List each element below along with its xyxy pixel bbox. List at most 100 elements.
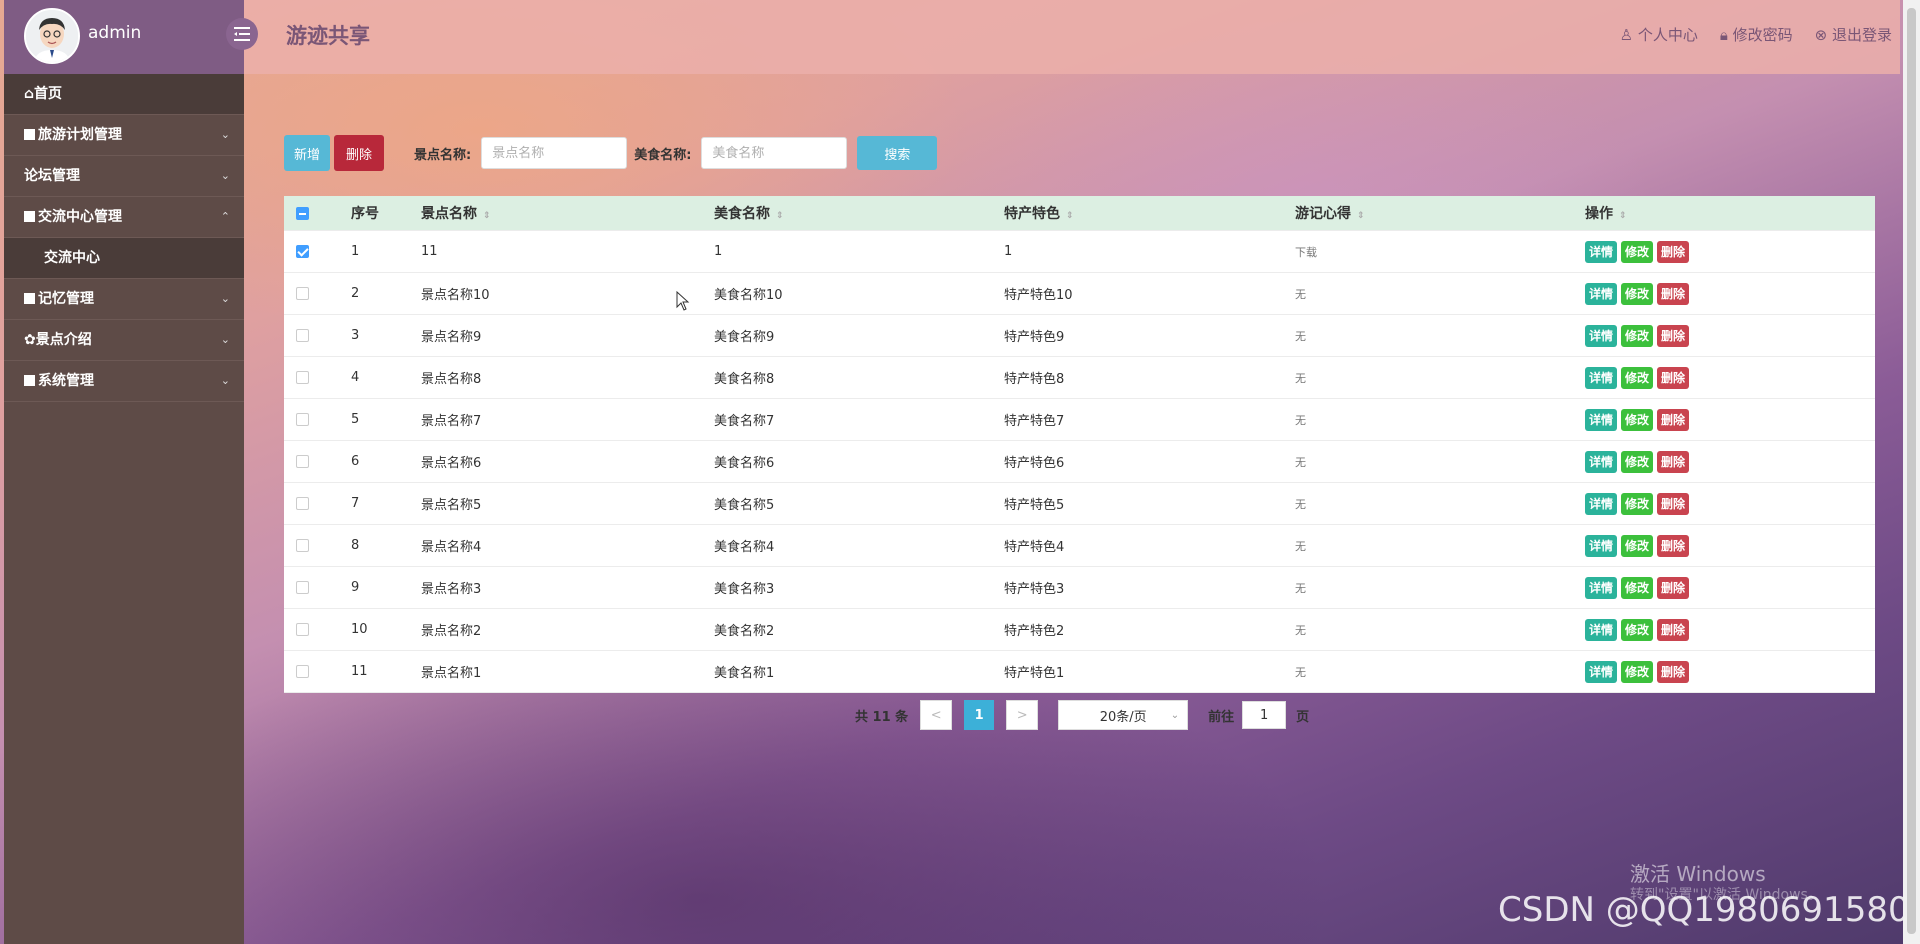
detail-button[interactable]: 详情 bbox=[1585, 324, 1618, 347]
delete-button[interactable]: 删除 bbox=[1657, 618, 1690, 641]
cell-specialty: 特产特色8 bbox=[1004, 372, 1065, 387]
table-row[interactable]: 7 景点名称5 美食名称5 特产特色5 无 详情 修改 删除 bbox=[284, 483, 1875, 525]
edit-button[interactable]: 修改 bbox=[1621, 282, 1654, 305]
edit-button[interactable]: 修改 bbox=[1621, 450, 1654, 473]
delete-button[interactable]: 删除 bbox=[1657, 534, 1690, 557]
table-row[interactable]: 1 11 1 1 下载 详情 修改 删除 bbox=[284, 231, 1875, 273]
detail-button[interactable]: 详情 bbox=[1585, 282, 1618, 305]
sidebar-item-exchange-mgmt[interactable]: 交流中心管理 ⌃ bbox=[4, 197, 244, 238]
table-row[interactable]: 5 景点名称7 美食名称7 特产特色7 无 详情 修改 删除 bbox=[284, 399, 1875, 441]
sidebar-item-travel-plan[interactable]: 旅游计划管理 ⌄ bbox=[4, 115, 244, 156]
edit-button[interactable]: 修改 bbox=[1621, 660, 1654, 683]
logout-link[interactable]: ⊗ 退出登录 bbox=[1815, 24, 1892, 45]
edit-button[interactable]: 修改 bbox=[1621, 492, 1654, 515]
row-checkbox[interactable] bbox=[296, 413, 309, 426]
column-header-notes[interactable]: 游记心得 ⇕ bbox=[1295, 203, 1585, 223]
column-header-specialty[interactable]: 特产特色 ⇕ bbox=[1004, 203, 1295, 223]
detail-button[interactable]: 详情 bbox=[1585, 534, 1618, 557]
pagination: 共 11 条 < 1 > 20条/页 ⌄ 前往 1 页 bbox=[855, 700, 1309, 730]
edit-button[interactable]: 修改 bbox=[1621, 534, 1654, 557]
sidebar-item-scenic[interactable]: ✿景点介绍 ⌄ bbox=[4, 320, 244, 361]
vertical-scrollbar[interactable] bbox=[1903, 0, 1920, 944]
row-checkbox[interactable] bbox=[296, 665, 309, 678]
edit-button[interactable]: 修改 bbox=[1621, 324, 1654, 347]
row-checkbox[interactable] bbox=[296, 371, 309, 384]
prev-page-button[interactable]: < bbox=[920, 700, 953, 730]
row-checkbox[interactable] bbox=[296, 455, 309, 468]
detail-button[interactable]: 详情 bbox=[1585, 366, 1618, 389]
detail-button[interactable]: 详情 bbox=[1585, 576, 1618, 599]
change-password-link[interactable]: 🔒︎ 修改密码 bbox=[1720, 24, 1793, 45]
sidebar-item-home[interactable]: ⌂首页 bbox=[4, 74, 244, 115]
sidebar-item-forum[interactable]: 论坛管理 ⌄ bbox=[4, 156, 244, 197]
edit-button[interactable]: 修改 bbox=[1621, 576, 1654, 599]
sort-icon[interactable]: ⇕ bbox=[776, 211, 784, 221]
edit-button[interactable]: 修改 bbox=[1621, 618, 1654, 641]
search-button[interactable]: 搜索 bbox=[857, 136, 938, 170]
detail-button[interactable]: 详情 bbox=[1585, 240, 1618, 263]
row-checkbox[interactable] bbox=[296, 539, 309, 552]
goto-page-input[interactable]: 1 bbox=[1242, 701, 1287, 729]
table-row[interactable]: 11 景点名称1 美食名称1 特产特色1 无 详情 修改 删除 bbox=[284, 651, 1875, 693]
cell-scenic: 景点名称5 bbox=[421, 498, 482, 513]
delete-button[interactable]: 删除 bbox=[1657, 366, 1690, 389]
add-button[interactable]: 新增 bbox=[284, 135, 330, 171]
table-row[interactable]: 10 景点名称2 美食名称2 特产特色2 无 详情 修改 删除 bbox=[284, 609, 1875, 651]
delete-button[interactable]: 删除 bbox=[1657, 660, 1690, 683]
row-checkbox[interactable] bbox=[296, 623, 309, 636]
cell-scenic: 景点名称9 bbox=[421, 330, 482, 345]
column-header-scenic[interactable]: 景点名称 ⇕ bbox=[421, 203, 714, 223]
edit-button[interactable]: 修改 bbox=[1621, 240, 1654, 263]
detail-button[interactable]: 详情 bbox=[1585, 618, 1618, 641]
page-size-select[interactable]: 20条/页 ⌄ bbox=[1058, 700, 1189, 730]
sidebar-item-exchange-center[interactable]: 交流中心 bbox=[4, 238, 244, 279]
delete-button[interactable]: 删除 bbox=[1657, 408, 1690, 431]
delete-button[interactable]: 删除 bbox=[1657, 492, 1690, 515]
row-checkbox[interactable] bbox=[296, 497, 309, 510]
collapse-menu-button[interactable] bbox=[226, 18, 258, 50]
sort-icon[interactable]: ⇕ bbox=[1357, 211, 1365, 221]
profile-link[interactable]: ♙ 个人中心 bbox=[1620, 24, 1698, 45]
row-checkbox[interactable] bbox=[296, 287, 309, 300]
sidebar-item-memory[interactable]: 记忆管理 ⌄ bbox=[4, 279, 244, 320]
row-checkbox[interactable] bbox=[296, 245, 309, 258]
detail-button[interactable]: 详情 bbox=[1585, 408, 1618, 431]
sort-icon[interactable]: ⇕ bbox=[483, 211, 491, 221]
delete-button[interactable]: 删除 bbox=[1657, 240, 1690, 263]
next-page-button[interactable]: > bbox=[1006, 700, 1039, 730]
column-header-actions[interactable]: 操作 ⇕ bbox=[1585, 203, 1875, 223]
edit-button[interactable]: 修改 bbox=[1621, 408, 1654, 431]
select-all-checkbox[interactable] bbox=[296, 206, 309, 220]
table-row[interactable]: 9 景点名称3 美食名称3 特产特色3 无 详情 修改 删除 bbox=[284, 567, 1875, 609]
table-row[interactable]: 2 景点名称10 美食名称10 特产特色10 无 详情 修改 删除 bbox=[284, 273, 1875, 315]
cell-notes[interactable]: 下载 bbox=[1295, 246, 1317, 259]
delete-button[interactable]: 删除 bbox=[1657, 282, 1690, 305]
delete-button[interactable]: 删除 bbox=[1657, 324, 1690, 347]
page-number-current[interactable]: 1 bbox=[964, 700, 995, 730]
delete-button[interactable]: 删除 bbox=[1657, 576, 1690, 599]
column-header-food[interactable]: 美食名称 ⇕ bbox=[714, 203, 1004, 223]
detail-button[interactable]: 详情 bbox=[1585, 450, 1618, 473]
sort-icon[interactable]: ⇕ bbox=[1066, 211, 1074, 221]
row-checkbox[interactable] bbox=[296, 581, 309, 594]
sidebar-item-system[interactable]: 系统管理 ⌄ bbox=[4, 361, 244, 402]
scenic-name-input[interactable] bbox=[481, 137, 628, 169]
delete-button[interactable]: 删除 bbox=[1657, 450, 1690, 473]
row-checkbox[interactable] bbox=[296, 329, 309, 342]
table-row[interactable]: 6 景点名称6 美食名称6 特产特色6 无 详情 修改 删除 bbox=[284, 441, 1875, 483]
table-row[interactable]: 4 景点名称8 美食名称8 特产特色8 无 详情 修改 删除 bbox=[284, 357, 1875, 399]
scrollbar-thumb[interactable] bbox=[1907, 8, 1916, 934]
change-password-label: 修改密码 bbox=[1732, 26, 1793, 44]
column-header-label: 美食名称 bbox=[714, 206, 770, 222]
batch-delete-button[interactable]: 删除 bbox=[334, 135, 384, 171]
header-links: ♙ 个人中心 🔒︎ 修改密码 ⊗ 退出登录 bbox=[1620, 24, 1892, 45]
column-header-label: 操作 bbox=[1585, 206, 1613, 222]
avatar[interactable] bbox=[24, 8, 80, 64]
edit-button[interactable]: 修改 bbox=[1621, 366, 1654, 389]
table-row[interactable]: 3 景点名称9 美食名称9 特产特色9 无 详情 修改 删除 bbox=[284, 315, 1875, 357]
table-row[interactable]: 8 景点名称4 美食名称4 特产特色4 无 详情 修改 删除 bbox=[284, 525, 1875, 567]
detail-button[interactable]: 详情 bbox=[1585, 660, 1618, 683]
sort-icon[interactable]: ⇕ bbox=[1619, 211, 1627, 221]
food-name-input[interactable] bbox=[701, 137, 848, 169]
detail-button[interactable]: 详情 bbox=[1585, 492, 1618, 515]
